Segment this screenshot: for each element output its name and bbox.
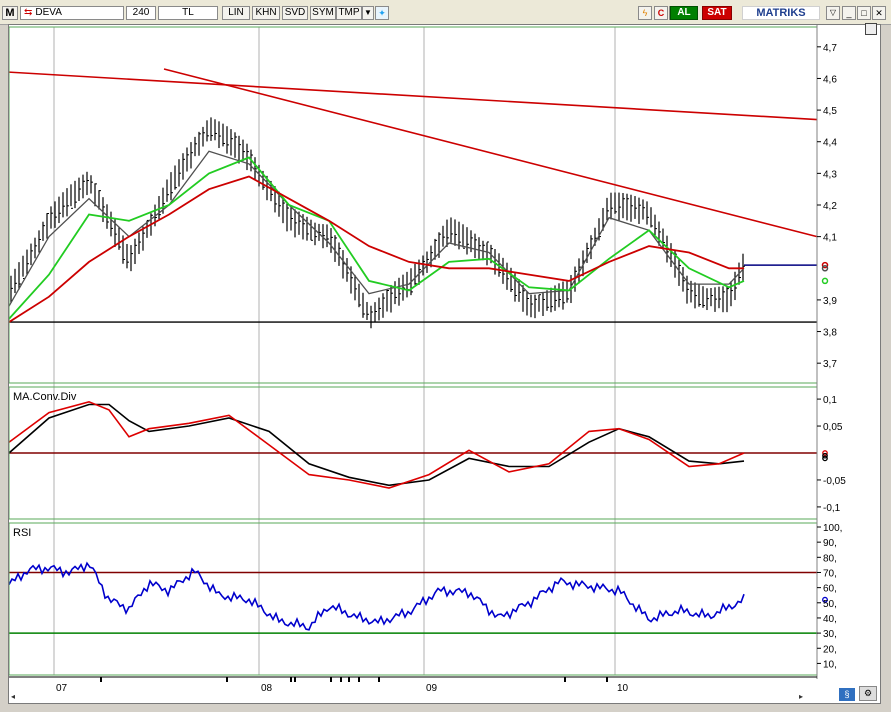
khn-button[interactable]: KHN <box>252 6 280 20</box>
rsi-panel <box>9 561 828 634</box>
tmp-button[interactable]: TMP <box>336 6 362 20</box>
refresh-arrows-icon: ⇆ <box>24 7 33 18</box>
rsi-tick-label: 60, <box>823 584 837 595</box>
rsi-tick-label: 30, <box>823 629 837 640</box>
month-label: 10 <box>617 683 629 694</box>
rsi-tick-label: 90, <box>823 538 837 549</box>
price-tick-label: 3,8 <box>823 328 837 339</box>
toolbar: M ⇆ DEVA 240 TL LIN KHN SVD SYM TMP ▼ ✦ ϟ… <box>0 0 891 25</box>
link-icon[interactable]: § <box>839 688 855 701</box>
dropdown-arrow-icon[interactable]: ▼ <box>362 6 374 20</box>
settings-icon[interactable]: ⚙ <box>859 686 877 701</box>
price-tick-label: 4,7 <box>823 43 837 54</box>
price-tick-label: 4,3 <box>823 169 837 180</box>
app-menu-button[interactable]: M <box>2 6 18 20</box>
price-panel <box>9 68 829 329</box>
lightning-icon[interactable]: ϟ <box>638 6 652 20</box>
month-label: 07 <box>56 683 68 694</box>
buy-button[interactable]: AL <box>670 6 698 20</box>
month-gridlines <box>53 27 616 675</box>
chart-area[interactable]: 07 08 09 10 4,7 4,6 4,5 4,4 4,3 4,2 4,1 3,9 3,8 3,7 0,… <box>8 23 882 705</box>
c-icon[interactable]: C <box>654 6 668 20</box>
currency-field[interactable]: TL <box>158 6 218 20</box>
macd-tick-label: 0,05 <box>823 422 843 433</box>
close-icon[interactable]: ✕ <box>872 6 886 20</box>
macd-tick-label: 0,1 <box>823 395 837 406</box>
rsi-tick-label: 10, <box>823 659 837 670</box>
period-field[interactable]: 240 <box>126 6 156 20</box>
price-tick-label: 4,6 <box>823 74 837 85</box>
macd-title: MA.Conv.Div <box>13 391 77 403</box>
rsi-title: RSI <box>13 527 31 539</box>
twitter-icon[interactable]: ✦ <box>375 6 389 20</box>
trendline <box>9 71 818 121</box>
price-tick-label: 4,4 <box>823 138 837 149</box>
signal-line <box>9 400 745 489</box>
rsi-tick-label: 20, <box>823 644 837 655</box>
price-tick-label: 4,1 <box>823 233 837 244</box>
macd-tick-label: -0,05 <box>823 476 846 487</box>
rsi-tick-label: 70, <box>823 568 837 579</box>
sell-button[interactable]: SAT <box>702 6 732 20</box>
minimize-icon[interactable]: _ <box>842 6 856 20</box>
rsi-panel-frame <box>9 522 818 676</box>
chart-svg[interactable]: 07 08 09 10 4,7 4,6 4,5 4,4 4,3 4,2 4,1 3,9 3,8 3,7 0,… <box>9 25 882 705</box>
brand-logo: MATRIKS <box>742 6 820 20</box>
month-label: 09 <box>426 683 438 694</box>
price-tick-label: 4,2 <box>823 201 837 212</box>
dropdown-icon[interactable]: ▽ <box>826 6 840 20</box>
lin-button[interactable]: LIN <box>222 6 250 20</box>
macd-panel <box>9 400 828 489</box>
price-tick-label: 3,9 <box>823 296 837 307</box>
maximize-icon[interactable]: □ <box>857 6 871 20</box>
right-scroll-arrow[interactable]: ▸ <box>799 692 803 701</box>
corner-box-icon[interactable] <box>865 23 877 35</box>
price-tick-label: 3,7 <box>823 359 837 370</box>
rsi-tick-label: 50, <box>823 599 837 610</box>
rsi-tick-label: 40, <box>823 614 837 625</box>
left-scroll-arrow[interactable]: ◂ <box>11 692 15 701</box>
last-value-marker <box>821 277 829 285</box>
macd-line <box>9 403 745 487</box>
symbol-text: DEVA <box>35 7 62 18</box>
month-label: 08 <box>261 683 273 694</box>
rsi-tick-label: 80, <box>823 553 837 564</box>
price-tick-label: 4,5 <box>823 106 837 117</box>
sym-button[interactable]: SYM <box>310 6 336 20</box>
symbol-field[interactable]: ⇆ DEVA <box>20 6 124 20</box>
axes: 07 08 09 10 4,7 4,6 4,5 4,4 4,3 4,2 4,1 3,9 3,8 3,7 0,… <box>9 25 846 694</box>
macd-tick-label: -0,1 <box>823 503 841 514</box>
svd-button[interactable]: SVD <box>282 6 308 20</box>
rsi-tick-label: 100, <box>823 523 842 534</box>
trendline <box>163 68 818 238</box>
